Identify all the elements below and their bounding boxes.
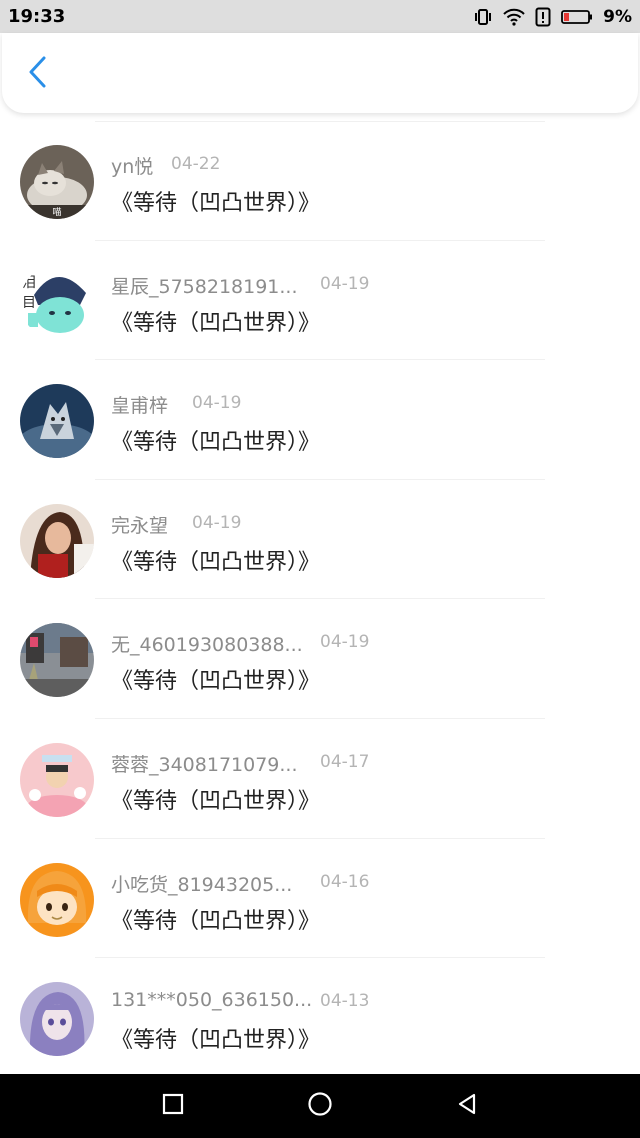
cat-avatar[interactable]: 喵	[20, 145, 94, 219]
user-name[interactable]: 蓉蓉_3408171079...	[111, 750, 298, 777]
item-title[interactable]: 《等待（凹凸世界）》	[111, 544, 320, 576]
user-name[interactable]: 131***050_636150...	[111, 989, 312, 1011]
item-title[interactable]: 《等待（凹凸世界）》	[111, 424, 320, 456]
back-button[interactable]	[22, 56, 52, 89]
purple-girl-avatar[interactable]	[20, 982, 94, 1057]
svg-text:目: 目	[22, 295, 36, 311]
wolf-avatar[interactable]	[20, 384, 94, 459]
user-name[interactable]: yn悦	[111, 152, 153, 179]
status-icons: 9%	[473, 7, 632, 27]
item-title[interactable]: 《等待（凹凸世界）》	[111, 1022, 320, 1054]
list-item[interactable]: 皇甫梓 04-19 《等待（凹凸世界）》	[0, 360, 640, 480]
comment-date: 04-13	[320, 991, 370, 1012]
item-title[interactable]: 《等待（凹凸世界）》	[111, 185, 320, 217]
user-name[interactable]: 星辰_5758218191...	[111, 272, 298, 299]
comment-date: 04-19	[320, 632, 370, 653]
status-time: 19:33	[8, 6, 66, 27]
list-item[interactable]: 完永望 04-19 《等待（凹凸世界）》	[0, 480, 640, 600]
comment-date: 04-16	[320, 871, 370, 892]
user-name[interactable]: 皇甫梓	[111, 391, 168, 418]
nav-back-button[interactable]	[447, 1086, 487, 1126]
item-title[interactable]: 《等待（凹凸世界）》	[111, 663, 320, 695]
status-bar: 19:33 9%	[0, 0, 640, 33]
recent-apps-icon	[161, 1092, 185, 1120]
home-icon	[307, 1091, 333, 1121]
item-title[interactable]: 《等待（凹凸世界）》	[111, 783, 320, 815]
svg-text:泪: 泪	[22, 275, 36, 291]
list-item[interactable]: 蓉蓉_3408171079... 04-17 《等待（凹凸世界）》	[0, 719, 640, 839]
top-header	[2, 33, 638, 113]
item-title[interactable]: 《等待（凹凸世界）》	[111, 305, 320, 337]
back-icon	[455, 1092, 479, 1120]
pink-cartoon-avatar[interactable]	[20, 742, 94, 817]
vibrate-icon	[473, 7, 493, 27]
comment-date: 04-19	[320, 273, 370, 294]
orange-anime-avatar[interactable]	[20, 862, 94, 937]
recent-apps-button[interactable]	[153, 1086, 193, 1126]
list-item[interactable]: 泪 目 星辰_5758218191... 04-19 《等待（凹凸世界）》	[0, 241, 640, 361]
user-name[interactable]: 完永望	[111, 511, 168, 538]
user-name[interactable]: 小吃货_81943205...	[111, 870, 292, 897]
list-item[interactable]: 无_460193080388... 04-19 《等待（凹凸世界）》	[0, 599, 640, 719]
list-item[interactable]: 喵 yn悦 04-22 《等待（凹凸世界）》	[0, 121, 640, 241]
battery-low-icon	[561, 9, 593, 25]
alert-icon	[535, 7, 551, 27]
svg-text:喵: 喵	[52, 207, 61, 218]
wifi-icon	[503, 8, 525, 26]
comment-date: 04-17	[320, 751, 370, 772]
system-nav-bar	[0, 1074, 640, 1138]
list-item[interactable]: 小吃货_81943205... 04-16 《等待（凹凸世界）》	[0, 839, 640, 959]
user-name[interactable]: 无_460193080388...	[111, 630, 303, 657]
home-button[interactable]	[300, 1086, 340, 1126]
item-title[interactable]: 《等待（凹凸世界）》	[111, 903, 320, 935]
comment-date: 04-19	[192, 393, 242, 414]
battery-percent: 9%	[603, 6, 632, 27]
comment-list: 喵 yn悦 04-22 《等待（凹凸世界）》 泪 目 星辰_5758218191…	[0, 121, 640, 1078]
list-item[interactable]: 131***050_636150... 04-13 《等待（凹凸世界）》	[0, 958, 640, 1078]
comment-date: 04-22	[171, 154, 221, 174]
woman-avatar[interactable]	[20, 503, 94, 578]
anime-blue-avatar[interactable]: 泪 目	[20, 264, 94, 339]
comment-date: 04-19	[192, 512, 242, 533]
chevron-left-icon	[26, 55, 48, 93]
street-avatar[interactable]	[20, 623, 94, 698]
